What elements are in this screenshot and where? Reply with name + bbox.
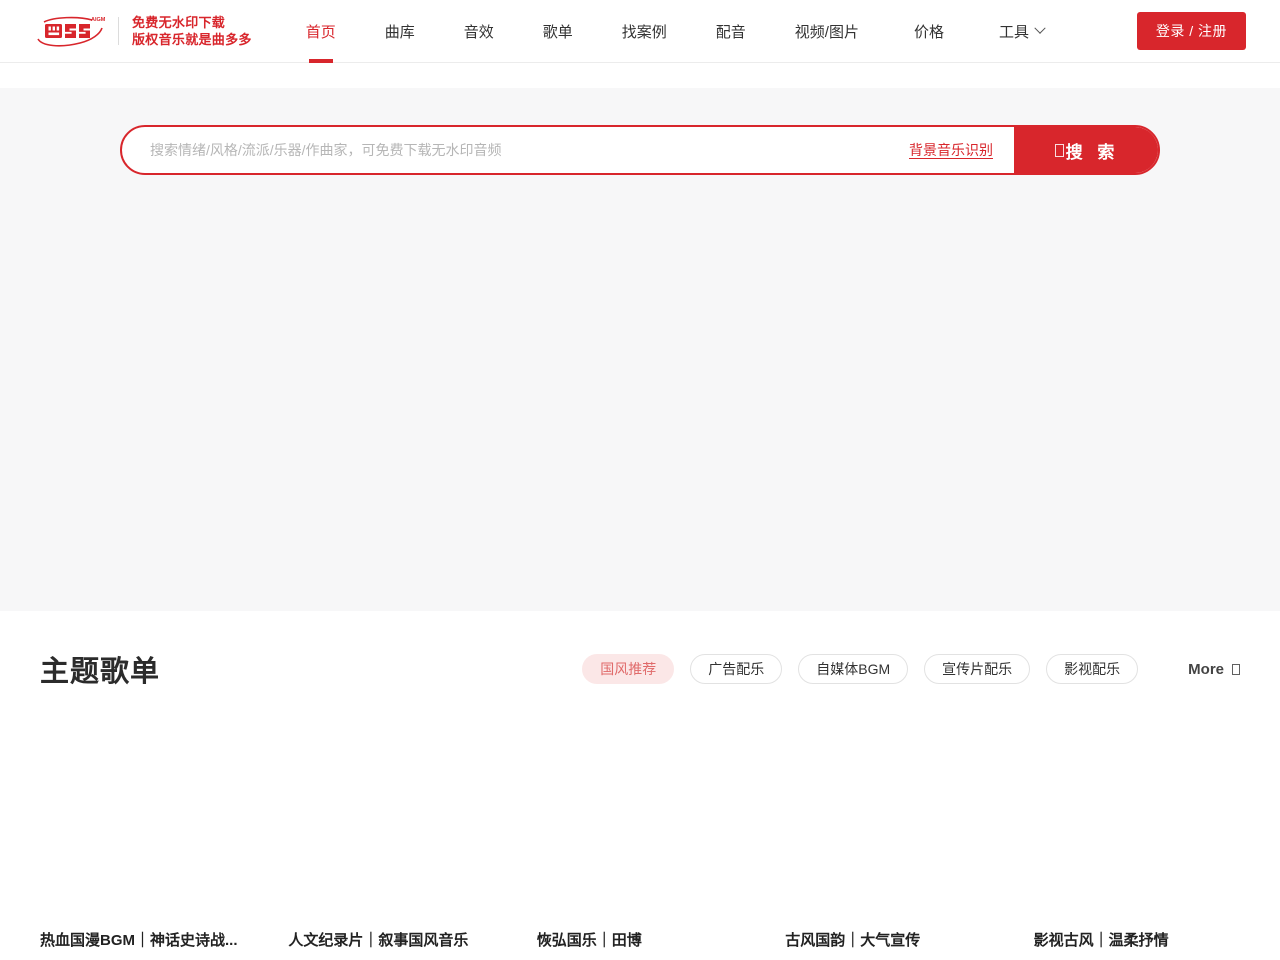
search-bar: 背景音乐识别 搜 索	[120, 125, 1160, 175]
playlist-card-grid: 热血国漫BGM｜神话史诗战... 国风动漫, 影视配乐, 神话 人文纪录片｜叙事…	[40, 712, 1240, 960]
main-content: 主题歌单 国风推荐 广告配乐 自媒体BGM 宣传片配乐 影视配乐 More 热血…	[0, 640, 1280, 960]
playlist-cover-image	[40, 712, 247, 917]
search-input[interactable]	[122, 127, 909, 173]
nav-item-label: 配音	[715, 23, 746, 41]
playlist-cover-image	[1033, 712, 1240, 917]
nav-item-video-images[interactable]: 视频/图片	[789, 0, 865, 63]
playlist-card[interactable]: 恢弘国乐｜田博 影视, 宣传片, 国风推荐, 大气	[536, 712, 744, 960]
nav-item-label: 歌单	[542, 23, 573, 41]
search-icon	[1054, 143, 1064, 157]
nav-item-label: 视频/图片	[794, 23, 859, 41]
nav-item-label: 找案例	[621, 23, 667, 41]
brand-slogan: 免费无水印下载 版权音乐就是曲多多	[132, 14, 252, 48]
qududuo-logo-icon: AIGM	[34, 13, 106, 49]
more-playlists-link[interactable]: More	[1188, 661, 1240, 678]
nav-item-tools[interactable]: 工具	[993, 0, 1050, 63]
playlist-title: 恢弘国乐｜田博	[536, 932, 642, 949]
playlist-card[interactable]: 热血国漫BGM｜神话史诗战... 国风动漫, 影视配乐, 神话	[40, 712, 247, 960]
nav-item-voiceover[interactable]: 配音	[710, 0, 752, 63]
playlists-section-header: 主题歌单 国风推荐 广告配乐 自媒体BGM 宣传片配乐 影视配乐 More	[40, 640, 1240, 698]
brand-divider	[118, 17, 119, 45]
svg-text:AIGM: AIGM	[91, 17, 106, 23]
page-title: 主题歌单	[40, 656, 161, 688]
search-button-label: 搜 索	[1065, 142, 1120, 162]
nav-item-label: 价格	[913, 23, 944, 41]
playlist-title: 热血国漫BGM｜神话史诗战...	[40, 932, 238, 949]
header-spacer	[0, 63, 1280, 88]
nav-item-label: 曲库	[384, 23, 415, 41]
search-button[interactable]: 搜 索	[1014, 127, 1158, 173]
nav-item-case-studies[interactable]: 找案例	[616, 0, 673, 63]
nav-item-pricing[interactable]: 价格	[908, 0, 950, 63]
slogan-line-1: 免费无水印下载	[132, 14, 226, 30]
playlist-title: 人文纪录片｜叙事国风音乐	[288, 932, 469, 949]
playlist-card[interactable]: 古风国韵｜大气宣传 宣传片, 影视, 国风音乐, 大气	[785, 712, 992, 960]
nav-item-label: 工具	[998, 23, 1029, 41]
chip-guofeng-recommend[interactable]: 国风推荐	[582, 654, 675, 684]
nav-item-label: 音效	[463, 23, 494, 41]
chip-promo-film-music[interactable]: 宣传片配乐	[924, 654, 1031, 684]
nav-item-home[interactable]: 首页	[300, 0, 342, 63]
more-label: More	[1188, 660, 1224, 678]
chevron-right-icon	[1232, 663, 1240, 675]
chevron-down-icon	[1034, 22, 1046, 34]
chip-advertising-music[interactable]: 广告配乐	[690, 654, 783, 684]
playlist-title: 古风国韵｜大气宣传	[785, 932, 921, 949]
nav-item-label: 首页	[305, 23, 336, 41]
playlist-cover-image	[536, 712, 744, 917]
playlist-cover-image	[785, 712, 992, 917]
playlist-filter-chips: 国风推荐 广告配乐 自媒体BGM 宣传片配乐 影视配乐 More	[582, 654, 1240, 684]
login-register-button[interactable]: 登录 / 注册	[1136, 12, 1246, 50]
nav-item-sound-effects[interactable]: 音效	[458, 0, 500, 63]
nav-item-library[interactable]: 曲库	[379, 0, 421, 63]
brand-logo[interactable]: AIGM 免费无水印下载 版权音乐就是曲多多	[34, 11, 252, 51]
hero-banner: 背景音乐识别 搜 索	[0, 88, 1280, 611]
chip-film-tv-music[interactable]: 影视配乐	[1046, 654, 1139, 684]
playlist-cover-image	[288, 712, 495, 917]
main-navigation: 首页 曲库 音效 歌单 找案例 配音 视频/图片 价格 工具	[300, 0, 1137, 63]
playlist-title: 影视古风｜温柔抒情	[1033, 932, 1169, 949]
site-header: AIGM 免费无水印下载 版权音乐就是曲多多 首页 曲库 音效 歌单 找案例 配…	[0, 0, 1280, 63]
slogan-line-2: 版权音乐就是曲多多	[132, 32, 252, 47]
playlist-card[interactable]: 影视古风｜温柔抒情 影视, 宣传片, 主题歌单, 古风	[1033, 712, 1240, 960]
nav-item-playlists[interactable]: 歌单	[537, 0, 579, 63]
chip-self-media-bgm[interactable]: 自媒体BGM	[798, 654, 909, 684]
playlist-card[interactable]: 人文纪录片｜叙事国风音乐 纪录片, 人文, 国风, 国风推荐	[288, 712, 495, 960]
bgm-recognize-link[interactable]: 背景音乐识别	[909, 140, 993, 160]
